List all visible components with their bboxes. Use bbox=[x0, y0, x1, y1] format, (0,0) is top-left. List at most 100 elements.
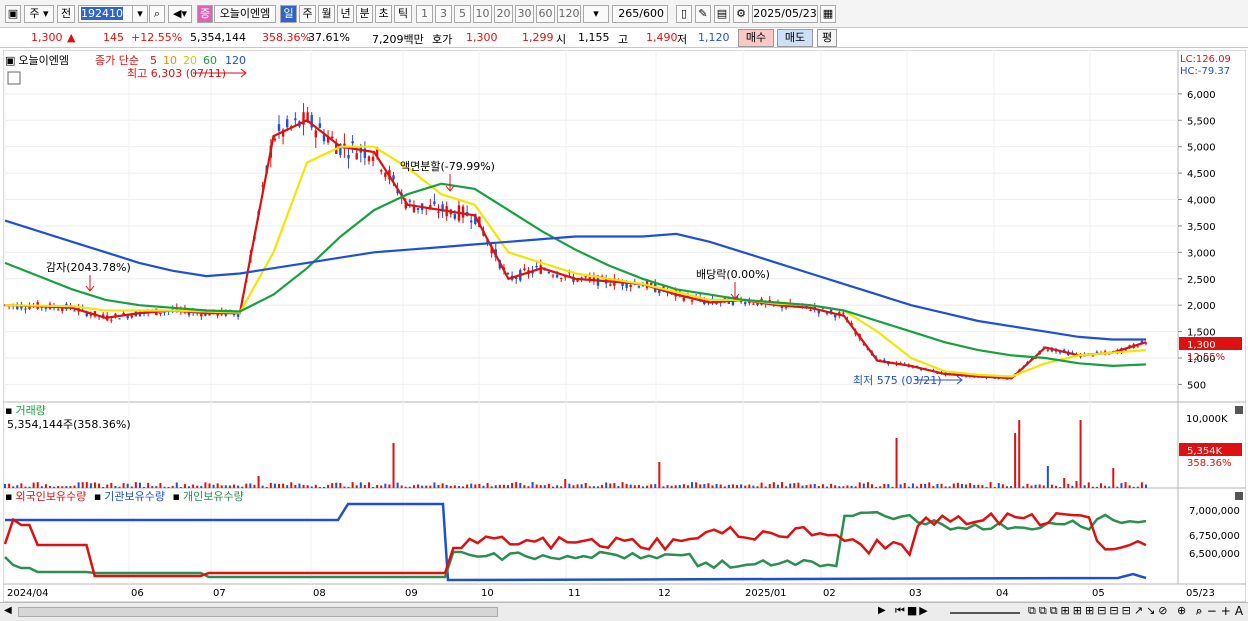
sell-button[interactable]: 매도 bbox=[777, 29, 813, 47]
scroll-right-icon[interactable]: ▶ bbox=[878, 605, 886, 616]
y-tick-label: 4,500 bbox=[1187, 169, 1216, 180]
candle-body bbox=[371, 156, 375, 161]
calendar-icon[interactable]: ▦ bbox=[820, 5, 836, 23]
volume-bar bbox=[138, 482, 141, 488]
volume-bar bbox=[462, 486, 465, 488]
volume-bar bbox=[98, 483, 101, 488]
volume-bar bbox=[969, 483, 972, 488]
volume-bar bbox=[989, 482, 992, 488]
candle-body bbox=[73, 310, 76, 312]
holding-close-icon[interactable] bbox=[1235, 492, 1243, 500]
volume-bar bbox=[204, 482, 207, 488]
volume-bar bbox=[887, 484, 890, 488]
search-icon[interactable]: ⌕ bbox=[149, 5, 165, 23]
date-input[interactable]: 2025/05/23 bbox=[752, 5, 818, 23]
draw-icon[interactable]: ✎ bbox=[695, 5, 711, 23]
volume-bar bbox=[846, 485, 849, 488]
num-20[interactable]: 20 bbox=[494, 5, 513, 23]
stock-chart[interactable]: 6,000 5,500 5,000 4,500 4,000 3,500 3,000 2,500… bbox=[3, 50, 1246, 602]
volume-bar bbox=[122, 483, 125, 488]
candle-body bbox=[416, 208, 420, 210]
ma-5: 5 bbox=[150, 54, 157, 67]
sound-icon[interactable]: ◀▾ bbox=[168, 5, 192, 23]
gear-icon[interactable]: ⚙ bbox=[733, 5, 749, 23]
num-dropdown[interactable]: ▾ bbox=[583, 5, 609, 23]
dropdown-icon[interactable]: ▾ bbox=[132, 5, 148, 23]
period-select[interactable]: 주 ▾ bbox=[24, 5, 54, 23]
tab-year[interactable]: 년 bbox=[337, 5, 354, 23]
volume-bar bbox=[641, 486, 644, 488]
volume-bar bbox=[48, 486, 51, 488]
candle-body bbox=[453, 214, 457, 219]
count-input[interactable]: 265/600 bbox=[612, 5, 668, 23]
volume-bar bbox=[367, 482, 370, 488]
window-icon[interactable]: ▣ bbox=[5, 5, 21, 23]
tab-day[interactable]: 일 bbox=[280, 5, 297, 23]
volume-bar bbox=[433, 482, 436, 488]
scroll-thumb[interactable] bbox=[18, 607, 498, 617]
eval-button[interactable]: 평 bbox=[817, 29, 837, 47]
ma-120: 120 bbox=[225, 54, 246, 67]
holding-legend: ▪ 외국인보유수량 ▪ 기관보유수량 ▪ 개인보유수량 bbox=[5, 490, 244, 503]
zoom-slider[interactable] bbox=[950, 612, 1020, 614]
tool-icons[interactable]: ⧉⧉⧉⊞⊞⊞⊟⊟⊟↗↘⊘ ⊕ ⌕ bbox=[1028, 604, 1205, 618]
volume-bar bbox=[1091, 486, 1094, 488]
save-icon[interactable]: ▤ bbox=[714, 5, 730, 23]
volume-bar bbox=[756, 486, 759, 488]
volume-bar bbox=[16, 485, 19, 488]
zoom-controls[interactable]: ⌕−+A bbox=[1196, 604, 1247, 619]
volume-close-icon[interactable] bbox=[1235, 406, 1243, 414]
volume-bar bbox=[93, 482, 96, 488]
volume-bar bbox=[596, 486, 599, 488]
reduction-annotation: 감자(2043.78%) bbox=[46, 261, 131, 274]
candle-body bbox=[314, 130, 318, 138]
num-1[interactable]: 1 bbox=[416, 5, 433, 23]
volume-bar bbox=[282, 483, 285, 488]
candle-body bbox=[809, 309, 812, 311]
candle-icon[interactable]: ▯ bbox=[676, 5, 692, 23]
num-120[interactable]: 120 bbox=[557, 5, 581, 23]
playback-icon[interactable]: ⏮■▶ bbox=[895, 604, 930, 618]
horizontal-scrollbar[interactable]: ◀ ▶ ⏮■▶ ⧉⧉⧉⊞⊞⊞⊟⊟⊟↗↘⊘ ⊕ ⌕ ⌕−+A bbox=[0, 602, 1248, 621]
volume-bar bbox=[380, 485, 383, 488]
volume-bar bbox=[944, 486, 947, 488]
volume-bar bbox=[866, 482, 869, 488]
change: 145 bbox=[103, 31, 124, 44]
tab-month[interactable]: 월 bbox=[318, 5, 335, 23]
tab-minute[interactable]: 분 bbox=[356, 5, 373, 23]
volume-bar bbox=[776, 484, 779, 488]
num-5[interactable]: 5 bbox=[454, 5, 471, 23]
volume-bar bbox=[396, 482, 399, 488]
change-pct: +12.55% bbox=[131, 31, 183, 44]
view-toggle[interactable]: 전 bbox=[57, 5, 75, 23]
volume-bar bbox=[1132, 486, 1135, 488]
table-icon[interactable] bbox=[7, 71, 21, 85]
candle-body bbox=[318, 123, 322, 128]
num-10[interactable]: 10 bbox=[473, 5, 492, 23]
volume-bar bbox=[1100, 483, 1103, 488]
volume-bar bbox=[801, 485, 804, 488]
volume-bar bbox=[809, 484, 812, 488]
tab-tick[interactable]: 틱 bbox=[394, 5, 412, 23]
volume-bar bbox=[785, 486, 788, 488]
tab-second[interactable]: 초 bbox=[375, 5, 392, 23]
volume-bar bbox=[1022, 486, 1025, 488]
amount: 7,209백만 bbox=[372, 33, 424, 46]
volume-bar bbox=[883, 483, 886, 488]
x-tick-label: 05 bbox=[1092, 588, 1105, 599]
num-3[interactable]: 3 bbox=[435, 5, 452, 23]
volume-bar bbox=[384, 483, 387, 488]
buy-button[interactable]: 매수 bbox=[738, 29, 774, 47]
x-tick-label: 2025/01 bbox=[745, 588, 787, 599]
num-60[interactable]: 60 bbox=[536, 5, 555, 23]
tab-week[interactable]: 주 bbox=[299, 5, 316, 23]
volume-bar bbox=[797, 482, 800, 488]
volume-bar bbox=[478, 483, 481, 488]
volume-bar bbox=[535, 484, 538, 488]
volume-bar bbox=[1018, 420, 1021, 488]
scroll-left-icon[interactable]: ◀ bbox=[4, 605, 12, 616]
ask-label: 호가 bbox=[432, 33, 453, 46]
num-30[interactable]: 30 bbox=[515, 5, 534, 23]
volume-bar bbox=[621, 482, 624, 488]
volume-bar bbox=[666, 485, 669, 488]
